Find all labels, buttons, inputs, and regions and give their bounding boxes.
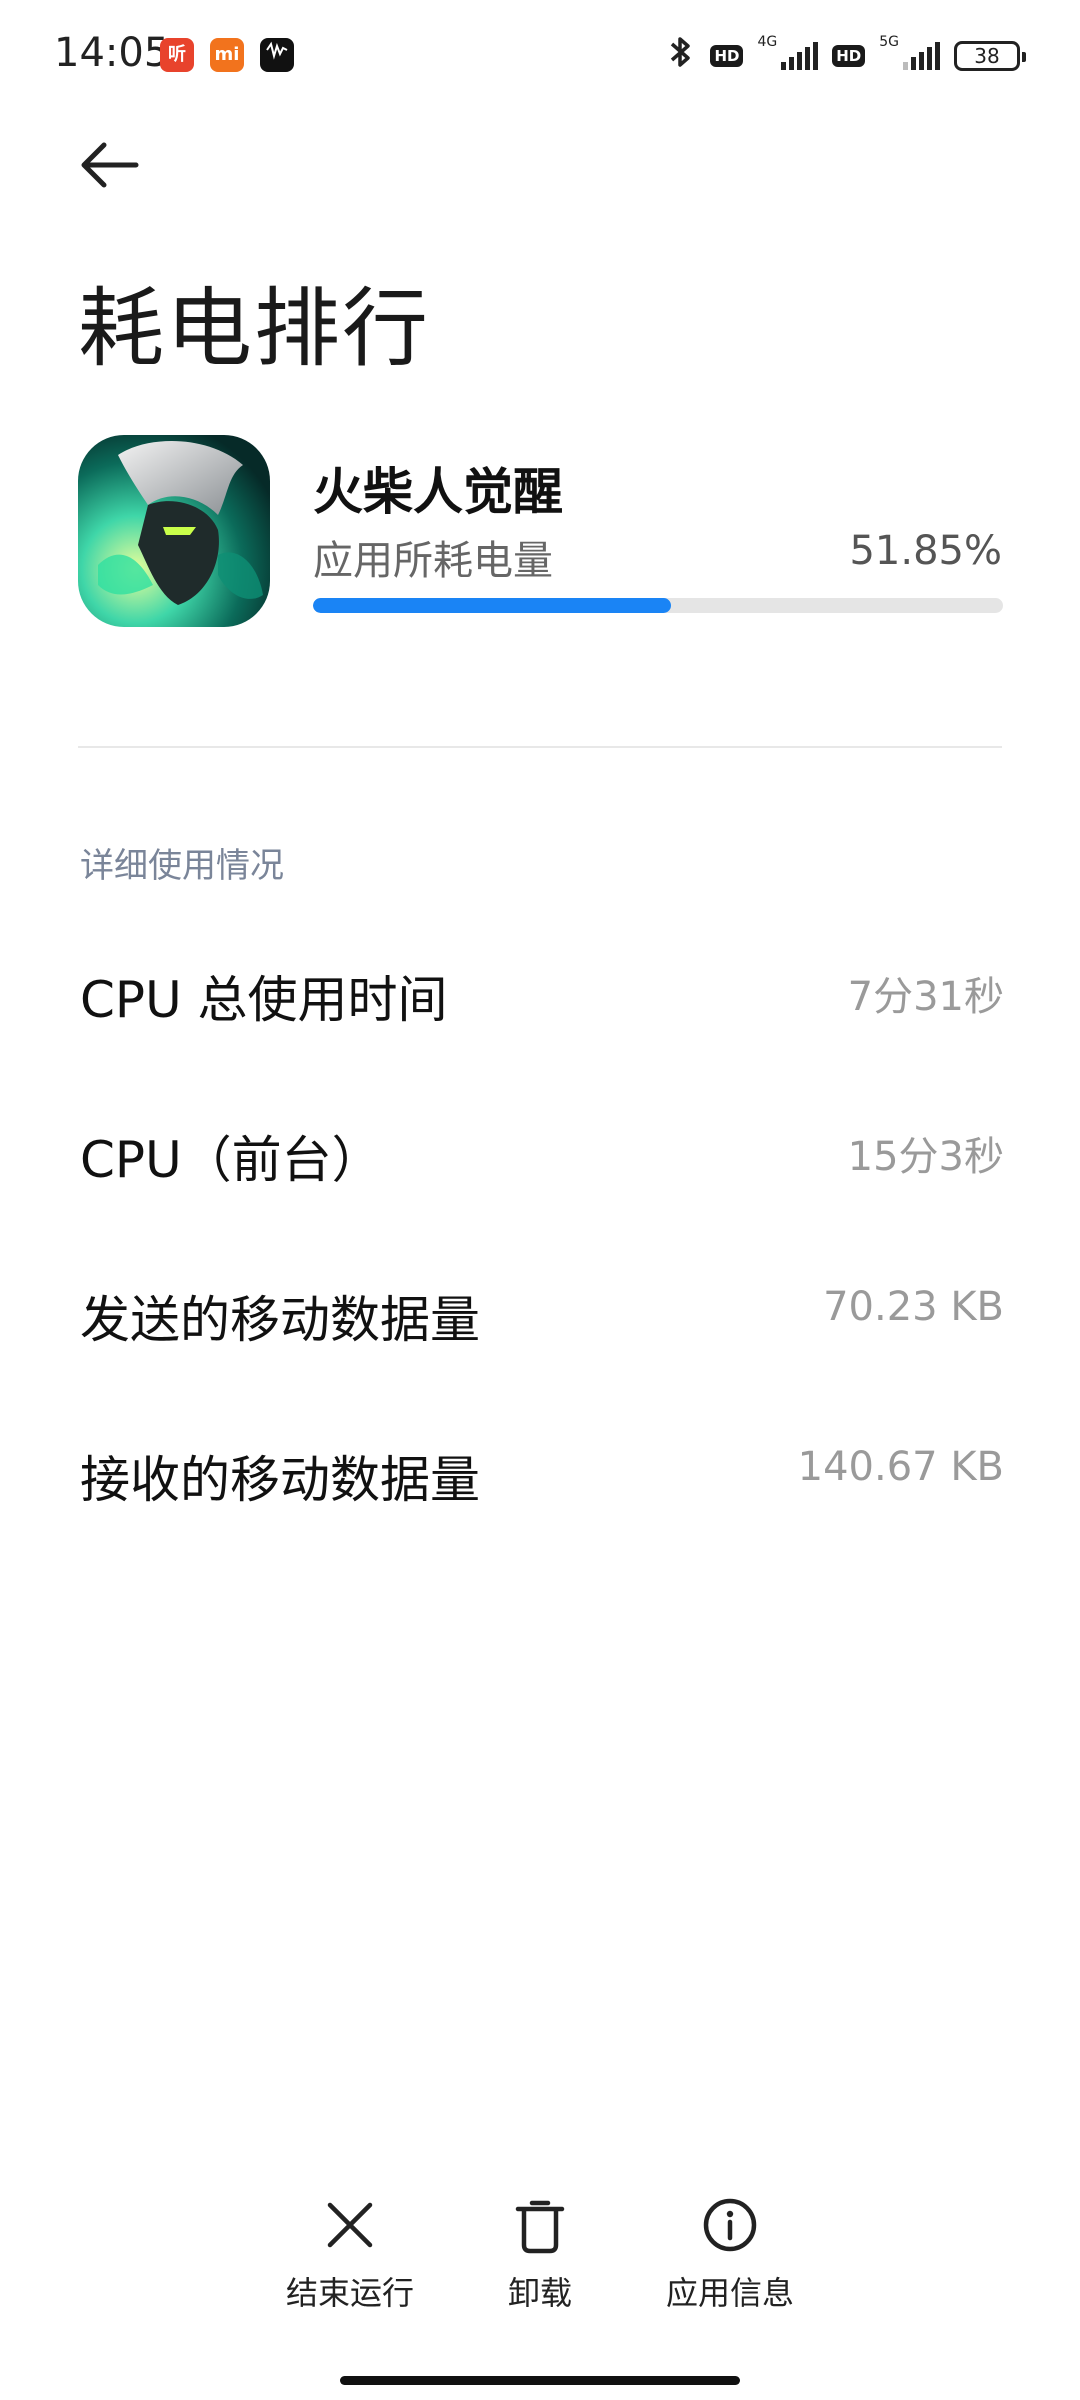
trash-icon [460,2190,620,2260]
detail-row-mobile-data-sent: 发送的移动数据量 70.23 KB [80,1260,1004,1360]
details-section-title: 详细使用情况 [80,846,284,886]
hd-badge-2: HD [832,45,866,67]
status-right-group: HD 4G HD 5G 38 [666,34,1026,79]
notification-app-icon-mi: mi [210,38,244,72]
hd-badge: HD [710,45,744,67]
detail-row-mobile-data-received: 接收的移动数据量 140.67 KB [80,1420,1004,1520]
divider [78,746,1002,748]
detail-value: 7分31秒 [847,974,1004,1020]
signal-strength-icon [781,42,819,70]
home-indicator[interactable] [340,2376,740,2385]
detail-label: 发送的移动数据量 [80,1291,480,1349]
network-type-4g: 4G [757,34,778,50]
usage-progress-fill [313,598,671,613]
detail-label: CPU 总使用时间 [80,971,448,1029]
app-info-button[interactable]: 应用信息 [650,2190,810,2314]
detail-value: 140.67 KB [797,1444,1004,1490]
arrow-left-icon [81,142,139,188]
usage-label: 应用所耗电量 [313,538,553,584]
info-icon [650,2190,810,2260]
bluetooth-icon [666,34,696,79]
uninstall-button[interactable]: 卸载 [460,2190,620,2314]
battery-usage-page: 14:05 听 mi HD 4G HD 5G 38 耗电排行 火柴人觉醒 应用所… [0,0,1080,2400]
detail-label: 接收的移动数据量 [80,1451,480,1509]
app-info-label: 应用信息 [665,2274,794,2312]
detail-row-cpu-foreground: CPU（前台） 15分3秒 [80,1100,1004,1200]
back-button[interactable] [74,135,144,195]
detail-value: 70.23 KB [823,1284,1004,1330]
detail-label: CPU（前台） [80,1131,382,1189]
uninstall-label: 卸载 [507,2274,572,2312]
page-title: 耗电排行 [78,279,430,379]
close-icon [270,2190,430,2260]
stop-app-button[interactable]: 结束运行 [270,2190,430,2314]
signal-strength-icon-2 [903,42,940,70]
status-time: 14:05 [54,30,170,76]
detail-value: 15分3秒 [847,1134,1004,1180]
status-bar: 14:05 听 mi HD 4G HD 5G 38 [0,0,1080,115]
notification-app-icon-video [260,38,294,72]
app-name: 火柴人觉醒 [313,463,563,521]
usage-progress-bar [313,598,1003,613]
network-type-5g: 5G [879,34,899,50]
stop-app-label: 结束运行 [285,2274,414,2312]
detail-row-cpu-total: CPU 总使用时间 7分31秒 [80,940,1004,1040]
app-icon [78,435,270,627]
battery-icon: 38 [954,41,1026,71]
usage-percent: 51.85% [849,528,1002,574]
notification-app-icon-ting: 听 [160,38,194,72]
